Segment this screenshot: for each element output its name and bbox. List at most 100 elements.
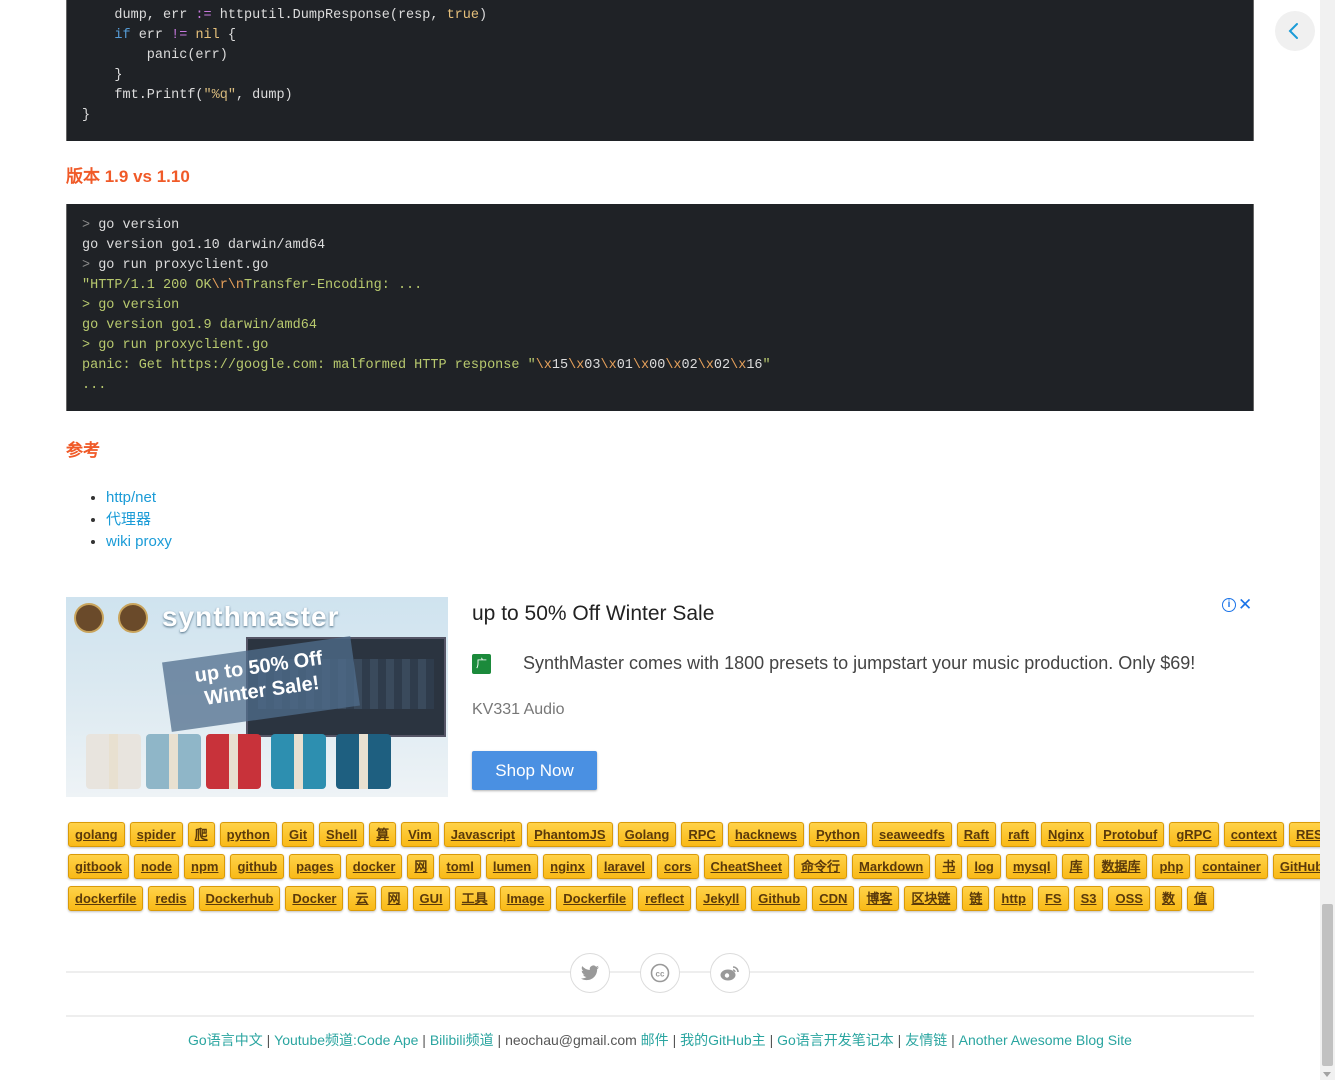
tag-link[interactable]: laravel	[596, 854, 653, 879]
footer-link-bilibili[interactable]: Bilibili频道	[430, 1032, 494, 1048]
tag-link[interactable]: spider	[129, 822, 183, 847]
tag-link[interactable]: mysql	[1005, 854, 1058, 879]
ad-close-icon[interactable]: ✕	[1238, 595, 1252, 615]
reference-link-http-net[interactable]: http/net	[106, 489, 156, 506]
footer-link-friends[interactable]: 友情链	[905, 1032, 947, 1048]
tag-link[interactable]: php	[1152, 854, 1191, 879]
tag-link[interactable]: Vim	[401, 822, 439, 847]
collapse-sidebar-button[interactable]	[1275, 11, 1315, 51]
tag-link[interactable]: docker	[345, 854, 403, 879]
tag-link[interactable]: GUI	[412, 886, 450, 911]
tag-row: dockerfile redis Dockerhub Docker 云网 GUI 工具 Ima…	[66, 886, 1254, 918]
tag-link[interactable]: Markdown	[852, 854, 931, 879]
tag-link[interactable]: seaweedfs	[872, 822, 952, 847]
ad-info-icon[interactable]: i	[1222, 598, 1236, 612]
tag-link[interactable]: Docker	[285, 886, 344, 911]
tag-link[interactable]: 算	[369, 822, 397, 847]
tag-link[interactable]: toml	[439, 854, 481, 879]
tag-link[interactable]: Raft	[956, 822, 997, 847]
tag-link[interactable]: node	[133, 854, 179, 879]
tag-link[interactable]: lumen	[485, 854, 539, 879]
tag-link[interactable]: reflect	[638, 886, 692, 911]
tag-link[interactable]: redis	[148, 886, 194, 911]
footer-link-go-notebook[interactable]: Go语言开发笔记本	[777, 1032, 894, 1048]
reference-list: http/net 代理器 wiki proxy	[106, 487, 172, 553]
tag-link[interactable]: S3	[1073, 886, 1104, 911]
creative-commons-icon[interactable]: cc	[640, 953, 680, 993]
tag-link[interactable]: raft	[1001, 822, 1037, 847]
twitter-icon[interactable]	[570, 953, 610, 993]
tag-link[interactable]: context	[1223, 822, 1284, 847]
tag-link[interactable]: 博客	[859, 886, 900, 911]
tag-link[interactable]: Golang	[617, 822, 677, 847]
tag-link[interactable]: pages	[289, 854, 341, 879]
tag-link[interactable]: 网	[380, 886, 408, 911]
tag-link[interactable]: 网	[407, 854, 435, 879]
scroll-down-arrow-icon[interactable]	[1323, 1072, 1331, 1077]
reference-link-proxy[interactable]: 代理器	[106, 511, 151, 528]
tag-link[interactable]: dockerfile	[68, 886, 144, 911]
tag-link[interactable]: Javascript	[443, 822, 523, 847]
footer-link-awesome-blog[interactable]: Another Awesome Blog Site	[959, 1032, 1132, 1048]
svg-text:cc: cc	[656, 969, 665, 978]
tag-link[interactable]: Protobuf	[1096, 822, 1165, 847]
tag-link[interactable]: gRPC	[1169, 822, 1219, 847]
tag-link[interactable]: CheatSheet	[703, 854, 790, 879]
ad-favicon-icon: 广	[472, 654, 491, 674]
divider	[66, 1015, 1254, 1017]
ad-title[interactable]: up to 50% Off Winter Sale	[472, 602, 714, 626]
tag-link[interactable]: python	[219, 822, 277, 847]
ad-description[interactable]: SynthMaster comes with 1800 presets to j…	[523, 653, 1195, 674]
tag-link[interactable]: RPC	[681, 822, 723, 847]
tag-link[interactable]: 数据库	[1094, 854, 1148, 879]
tag-link[interactable]: FS	[1037, 886, 1069, 911]
tag-link[interactable]: Dockerfile	[556, 886, 634, 911]
tag-link[interactable]: 爬	[187, 822, 215, 847]
footer-link-youtube[interactable]: Youtube频道:Code Ape	[274, 1032, 418, 1048]
heading-references: 参考	[66, 441, 100, 460]
tag-link[interactable]: http	[994, 886, 1033, 911]
footer-link-go-chinese[interactable]: Go语言中文	[188, 1032, 263, 1048]
reference-link-wiki-proxy[interactable]: wiki proxy	[106, 533, 172, 550]
tag-link[interactable]: PhantomJS	[527, 822, 613, 847]
tag-link[interactable]: Jekyll	[696, 886, 747, 911]
tag-link[interactable]: github	[230, 854, 285, 879]
tag-link[interactable]: OSS	[1108, 886, 1150, 911]
ad-image[interactable]: synthmaster up to 50% Off Winter Sale!	[66, 597, 448, 797]
tag-link[interactable]: log	[967, 854, 1001, 879]
tag-row: golang spider 爬 python Git Shell 算 Vim Javascrip…	[66, 822, 1335, 854]
tag-link[interactable]: 工具	[454, 886, 495, 911]
weibo-icon[interactable]	[710, 953, 750, 993]
tag-link[interactable]: Image	[499, 886, 552, 911]
tag-link[interactable]: Github	[751, 886, 808, 911]
tag-link[interactable]: 书	[935, 854, 963, 879]
tag-link[interactable]: Git	[281, 822, 315, 847]
scrollbar-thumb[interactable]	[1322, 904, 1333, 1066]
footer-link-mail[interactable]: 邮件	[637, 1032, 669, 1048]
tag-link[interactable]: cors	[657, 854, 699, 879]
tag-link[interactable]: 命令行	[794, 854, 848, 879]
tag-link[interactable]: container	[1195, 854, 1268, 879]
tag-link[interactable]: hacknews	[727, 822, 804, 847]
tag-link[interactable]: Python	[808, 822, 868, 847]
tag-link[interactable]: CDN	[812, 886, 855, 911]
scrollbar[interactable]	[1320, 0, 1335, 1080]
list-item: 代理器	[106, 509, 172, 531]
tag-link[interactable]: 数	[1154, 886, 1182, 911]
footer-link-github[interactable]: 我的GitHub主	[680, 1032, 766, 1048]
tag-link[interactable]: nginx	[543, 854, 592, 879]
tag-link[interactable]: Shell	[319, 822, 365, 847]
tag-link[interactable]: 云	[348, 886, 376, 911]
tag-link[interactable]: Nginx	[1041, 822, 1092, 847]
tag-link[interactable]: Dockerhub	[198, 886, 281, 911]
advertisement[interactable]: synthmaster up to 50% Off Winter Sale! u…	[66, 595, 1254, 797]
shop-now-button[interactable]: Shop Now	[472, 751, 597, 790]
tag-link[interactable]: 值	[1186, 886, 1214, 911]
tag-link[interactable]: gitbook	[68, 854, 129, 879]
ad-advertiser[interactable]: KV331 Audio	[472, 701, 565, 719]
tag-link[interactable]: golang	[68, 822, 125, 847]
tag-link[interactable]: 区块链	[904, 886, 958, 911]
tag-link[interactable]: npm	[184, 854, 226, 879]
tag-link[interactable]: 链	[962, 886, 990, 911]
tag-link[interactable]: 库	[1062, 854, 1090, 879]
